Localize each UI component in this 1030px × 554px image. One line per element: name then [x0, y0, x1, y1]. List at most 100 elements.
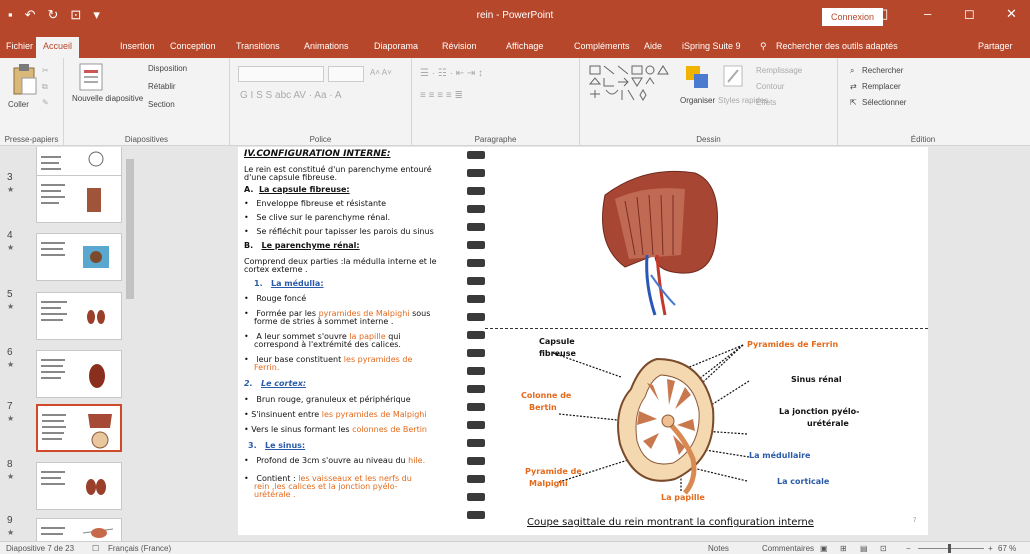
slideshow-icon[interactable]: ⊡ [880, 544, 887, 553]
bullet-m3-cont: correspond à l'extrémité des calices. [254, 340, 401, 349]
group-label-paragraphe: Paragraphe [474, 135, 517, 144]
bullet-m2-cont: forme de stries à sommet interne . [254, 317, 394, 326]
bullet-m4-highlight: les pyramides de [343, 355, 413, 364]
slide-illustration-panel: Capsule fibreuse Colonne de Bertin Pyram… [485, 147, 928, 535]
connexion-button[interactable]: Connexion [822, 8, 884, 26]
animation-star-icon: ★ [7, 528, 15, 537]
slide-thumbnail-8[interactable] [36, 462, 122, 510]
bullet-s2-cont-2: urétérale . [254, 490, 296, 499]
b-line-2: cortex externe . [244, 265, 308, 274]
slide-thumbnail-6[interactable] [36, 350, 122, 398]
heading-1-text: La médulla: [270, 279, 324, 288]
font-format-icons[interactable]: G I S S abc AV · Aa · A [240, 90, 342, 101]
font-size-input[interactable] [328, 66, 364, 82]
label-malpighi: Malpighi [529, 479, 568, 488]
animation-star-icon: ★ [7, 360, 15, 369]
label-pyramide: Pyramide de [525, 467, 582, 476]
list-icons[interactable]: ☰ · ☷ · ⇤ ⇥ ↕ [420, 68, 483, 79]
tab-animations[interactable]: Animations [304, 41, 349, 51]
bullet-m1-text: Rouge foncé [256, 294, 307, 303]
tab-aide[interactable]: Aide [644, 41, 662, 51]
tab-diaporama[interactable]: Diaporama [374, 41, 418, 51]
tab-accueil[interactable]: Accueil [36, 37, 80, 58]
title-bar: ▪ ↶ ↻ ⊡ ▾ rein - PowerPoint Connexion ◫ … [0, 0, 1030, 34]
tell-me-search[interactable]: Rechercher des outils adaptés [776, 41, 898, 51]
slide-page-number: 7 [913, 518, 917, 524]
zoom-slider[interactable] [918, 548, 984, 549]
slide-number: 6 [7, 347, 13, 358]
format-painter-icon[interactable]: ✎ [42, 98, 49, 107]
paste-label: Coller [8, 100, 29, 109]
animation-star-icon: ★ [7, 185, 15, 194]
shape-outline-button[interactable]: Contour [756, 82, 784, 91]
font-name-input[interactable] [238, 66, 324, 82]
shapes-gallery-icon[interactable] [588, 64, 672, 106]
animation-star-icon: ★ [7, 302, 15, 311]
tab-ispring[interactable]: iSpring Suite 9 [682, 41, 741, 51]
close-icon[interactable]: ✕ [1006, 6, 1017, 22]
slide-thumbnail-9[interactable] [36, 518, 122, 541]
reading-view-icon[interactable]: ▤ [860, 544, 868, 553]
thumbnails-scrollbar[interactable] [124, 147, 136, 541]
label-bertin: Bertin [529, 403, 557, 412]
minimize-icon[interactable]: – [924, 6, 931, 21]
copy-icon[interactable]: ⧉ [42, 82, 48, 92]
font-grow-icon[interactable]: A˄ A˅ [370, 68, 392, 77]
scrollbar-thumb[interactable] [126, 159, 134, 299]
paste-icon[interactable] [10, 62, 38, 96]
group-label-dessin: Dessin [696, 135, 721, 144]
section-button[interactable]: Section [148, 100, 175, 109]
ribbon-display-icon[interactable]: ◫ [876, 6, 888, 22]
replace-button[interactable]: Remplacer [862, 82, 901, 91]
find-button[interactable]: Rechercher [862, 66, 903, 75]
bullet-c1-text: Brun rouge, granuleux et périphérique [256, 395, 411, 404]
slide-thumbnail-5[interactable] [36, 292, 122, 340]
maximize-icon[interactable]: ◻ [964, 6, 975, 22]
label-capsule: Capsule [539, 337, 575, 346]
slide-thumbnail-3[interactable] [36, 175, 122, 223]
group-police: A˄ A˅ G I S S abc AV · Aa · A Police [230, 58, 412, 146]
new-slide-icon[interactable] [78, 62, 104, 92]
shape-effects-button[interactable]: Effets [756, 98, 776, 107]
normal-view-icon[interactable]: ▣ [820, 544, 828, 553]
canvas-scrollbar[interactable] [1017, 147, 1030, 541]
tab-complements[interactable]: Compléments [574, 41, 630, 51]
layout-button[interactable]: Disposition [148, 64, 187, 73]
shape-fill-button[interactable]: Remplissage [756, 66, 802, 75]
share-button[interactable]: Partager [978, 41, 1013, 51]
tab-insertion[interactable]: Insertion [120, 41, 155, 51]
align-icons[interactable]: ≡ ≡ ≡ ≡ ≣ [420, 90, 463, 101]
tab-revision[interactable]: Révision [442, 41, 477, 51]
organize-icon[interactable] [684, 64, 710, 92]
notes-button[interactable]: Notes [708, 544, 729, 553]
slide-sorter-icon[interactable]: ⊞ [840, 544, 847, 553]
cut-icon[interactable]: ✂ [42, 66, 49, 75]
language-indicator[interactable]: Français (France) [108, 544, 171, 553]
slide-7[interactable]: IV.CONFIGURATION INTERNE: Le rein est co… [238, 147, 928, 535]
zoom-in-icon[interactable]: + [988, 544, 993, 553]
tab-transitions[interactable]: Transitions [236, 41, 280, 51]
quick-styles-icon[interactable] [722, 64, 744, 90]
spellcheck-icon[interactable]: ☐ [92, 544, 99, 553]
slide-thumbnail-4[interactable] [36, 233, 122, 281]
reset-button[interactable]: Rétablir [148, 82, 176, 91]
zoom-level[interactable]: 67 % [998, 544, 1016, 553]
bullet-c3-text: Vers le sinus formant les [251, 425, 350, 434]
tab-conception[interactable]: Conception [170, 41, 216, 51]
bullet-m2-tail: sous [412, 309, 431, 318]
select-button[interactable]: Sélectionner [862, 98, 906, 107]
tab-fichier[interactable]: Fichier [6, 41, 33, 51]
zoom-slider-thumb[interactable] [948, 544, 951, 553]
label-ferrin: Pyramides de Ferrin [747, 340, 839, 349]
heading-a-text: La capsule fibreuse: [258, 185, 350, 194]
heading-a-capsule: A. La capsule fibreuse: [244, 185, 350, 194]
comments-button[interactable]: Commentaires [762, 544, 814, 553]
organize-label[interactable]: Organiser [680, 96, 715, 105]
tab-affichage[interactable]: Affichage [506, 41, 543, 51]
heading-3-sinus: 3. Le sinus: [248, 441, 306, 450]
slide-thumbnail-7-selected[interactable] [36, 404, 122, 452]
zoom-out-icon[interactable]: − [906, 544, 911, 553]
ribbon-tabs: Fichier Accueil Insertion Conception Tra… [0, 34, 1030, 58]
notebook-spiral [467, 147, 485, 535]
new-slide-label[interactable]: Nouvelle diapositive [72, 94, 143, 103]
